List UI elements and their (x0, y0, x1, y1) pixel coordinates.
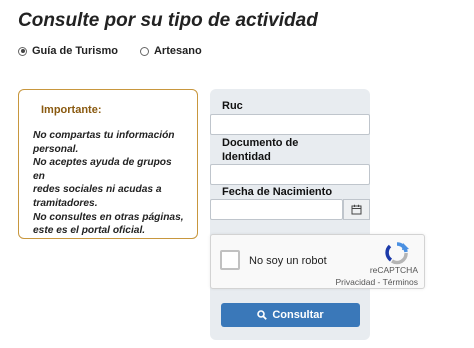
recaptcha-widget: No soy un robot reCAPTCHA Privacidad - T… (210, 234, 425, 289)
search-icon (257, 310, 268, 320)
notice-title: Importante: (41, 104, 102, 116)
radio-button-checked[interactable] (18, 46, 27, 56)
recaptcha-logo-icon (385, 242, 409, 265)
activity-type-selector: Guía de Turismo Artesano (18, 45, 224, 57)
important-notice: Importante: No compartas tu información … (18, 89, 198, 239)
page-title: Consulte por su tipo de actividad (18, 10, 318, 31)
document-label-line2: Identidad (222, 151, 271, 163)
notice-line: No consultes en otras páginas, (33, 211, 184, 223)
radio-button-unchecked[interactable] (139, 46, 149, 56)
radio-label-artesano: Artesano (153, 45, 202, 57)
notice-line: redes sociales ni acudas a (33, 184, 162, 196)
notice-line: este es el portal oficial. (33, 225, 146, 237)
notice-line: No aceptes ayuda de grupos en (33, 157, 172, 182)
birthdate-label: Fecha de Nacimiento (222, 186, 333, 198)
notice-line: personal. (33, 143, 79, 155)
radio-artesano[interactable]: Artesano (139, 45, 202, 57)
calendar-button[interactable] (343, 199, 370, 220)
document-label-line1: Documento de (222, 137, 299, 149)
notice-line: tramitadores. (33, 197, 98, 209)
notice-line: No compartas tu información (33, 130, 175, 141)
recaptcha-checkbox[interactable] (220, 250, 240, 270)
radio-label-guia-turismo: Guía de Turismo (32, 45, 118, 57)
consultar-button-label: Consultar (272, 309, 324, 321)
radio-guia-turismo[interactable]: Guía de Turismo (18, 45, 118, 57)
consultar-button[interactable]: Consultar (221, 303, 360, 327)
query-form: Ruc Documento de Identidad Fecha de Naci… (210, 89, 425, 340)
ruc-label: Ruc (222, 100, 243, 112)
recaptcha-brand: reCAPTCHA (369, 265, 418, 275)
recaptcha-links[interactable]: Privacidad - Términos (335, 277, 418, 287)
calendar-icon (351, 204, 362, 215)
document-input[interactable] (210, 164, 370, 185)
recaptcha-label: No soy un robot (249, 255, 327, 267)
document-label: Documento de Identidad (222, 136, 298, 164)
ruc-input[interactable] (210, 114, 370, 135)
birthdate-input[interactable] (210, 199, 343, 220)
